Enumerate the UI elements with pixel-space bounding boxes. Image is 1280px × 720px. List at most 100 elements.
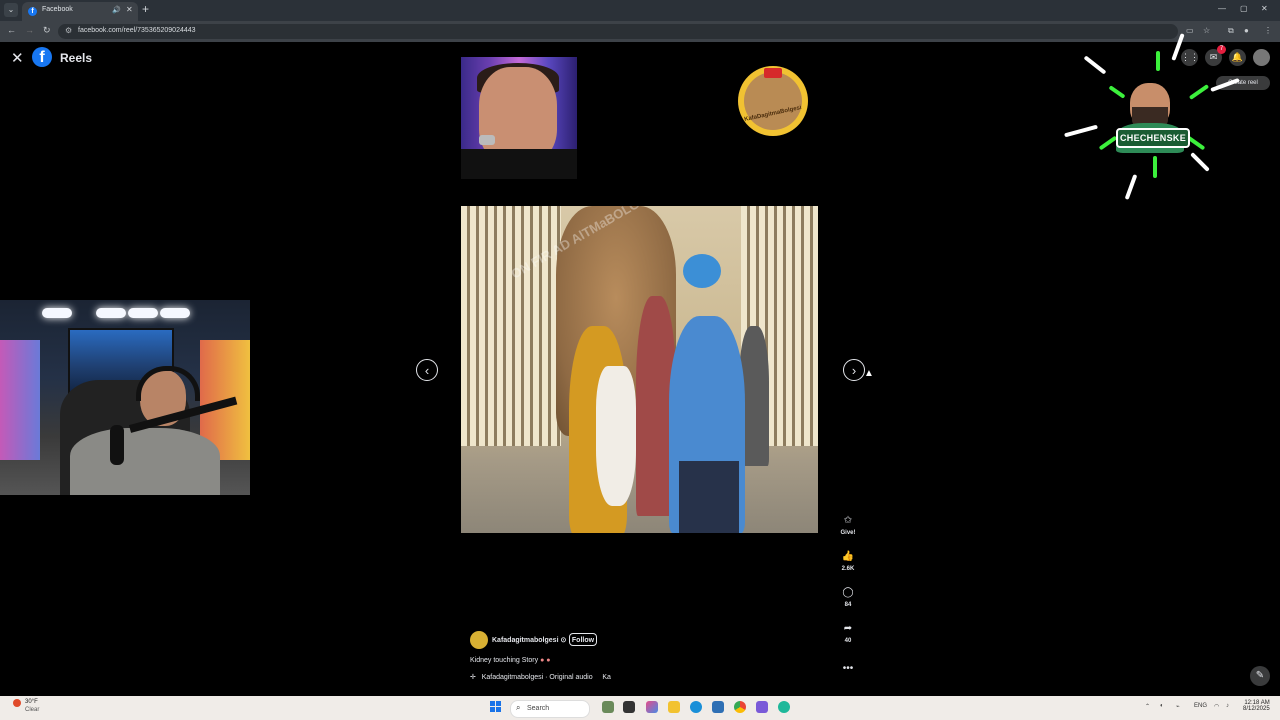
ray: [1124, 174, 1138, 200]
taskbar-search[interactable]: ⌕ Search: [510, 700, 590, 718]
weather-condition[interactable]: Clear: [25, 707, 39, 713]
weather-temperature[interactable]: 30°F: [25, 699, 38, 705]
browser-tab-bar: ⌄ f Facebook 🔊 ✕ + — ▢ ✕: [0, 0, 1280, 21]
site-info-icon[interactable]: ⚙: [65, 26, 72, 35]
caption-text: Kidney touching Story: [470, 657, 539, 664]
streamer-banner: CHECHENSKE: [1116, 128, 1190, 148]
browser-menu-icon[interactable]: ⋮: [1264, 26, 1272, 35]
minimize-icon[interactable]: —: [1218, 4, 1226, 13]
cam-light: [42, 308, 72, 318]
ray: [1210, 77, 1240, 93]
clock-date: 8/12/2025: [1243, 706, 1270, 712]
browser-tab[interactable]: f Facebook 🔊 ✕: [22, 2, 138, 21]
extensions-icon[interactable]: ⧉: [1228, 26, 1234, 36]
comment-button[interactable]: ◯ 84: [838, 585, 858, 608]
weather-icon[interactable]: [13, 699, 21, 707]
copilot-icon[interactable]: [646, 701, 658, 713]
profile-avatar[interactable]: ●: [1244, 26, 1249, 35]
reel-video-player[interactable]: ON FIR AD AlTMaBOLGESI: [461, 206, 818, 533]
forward-icon[interactable]: →: [25, 25, 34, 35]
channel-logo: KafaDagitmaBolgesi: [738, 66, 808, 136]
microphone-icon: [479, 135, 495, 145]
store-icon[interactable]: [712, 701, 724, 713]
ray: [1153, 156, 1157, 178]
cam-light: [96, 308, 126, 318]
maximize-icon[interactable]: ▢: [1240, 4, 1248, 13]
file-explorer-icon[interactable]: [668, 701, 680, 713]
microphone-icon: [110, 425, 124, 465]
gift-icon: ✩: [843, 515, 853, 526]
jeans: [679, 461, 739, 533]
cast-icon[interactable]: ▭: [1186, 26, 1194, 35]
facebook-logo-icon[interactable]: f: [32, 47, 52, 67]
discord-icon[interactable]: [756, 701, 768, 713]
url-text[interactable]: facebook.com/reel/735365209024443: [78, 27, 196, 34]
back-icon[interactable]: ←: [7, 25, 16, 35]
cam-light: [128, 308, 158, 318]
bookmark-star-icon[interactable]: ☆: [1203, 26, 1210, 35]
comment-icon: ◯: [842, 587, 854, 598]
gift-button[interactable]: ✩ Give!: [838, 513, 858, 536]
previous-reel-button[interactable]: ‹: [416, 359, 438, 381]
verified-icon: ⊙: [560, 637, 567, 644]
like-button[interactable]: 👍 2.6K: [838, 549, 858, 572]
clock[interactable]: 12:18 AM 8/12/2025: [1243, 700, 1270, 712]
follow-button[interactable]: Follow: [569, 633, 597, 646]
new-tab-button[interactable]: +: [142, 2, 149, 16]
start-tile: [496, 707, 501, 712]
language-indicator[interactable]: ENG: [1194, 703, 1207, 709]
start-tile: [496, 701, 501, 706]
tray-usb-icon[interactable]: ⌁: [1176, 703, 1180, 710]
singer-suit: [461, 149, 577, 179]
author-avatar[interactable]: [470, 631, 488, 649]
start-button[interactable]: [490, 701, 502, 713]
share-count: 40: [844, 638, 852, 644]
new-message-edit-icon[interactable]: ✎: [1250, 666, 1270, 686]
window-close-icon[interactable]: ✕: [1261, 4, 1268, 13]
chrome-icon[interactable]: [734, 701, 746, 713]
ray: [1098, 135, 1118, 151]
more-options-button[interactable]: •••: [838, 661, 858, 677]
ray: [1083, 55, 1107, 75]
page-title: Reels: [60, 51, 93, 65]
caption-emoji: ● ●: [540, 657, 551, 664]
gift-label: Give!: [840, 530, 856, 536]
system-tray-chevron-icon[interactable]: ⌃: [1145, 703, 1150, 710]
shawl: [596, 366, 636, 506]
mouse-cursor-icon: ▲: [864, 368, 874, 379]
cam-body: [70, 428, 220, 495]
widgets-icon[interactable]: [602, 701, 614, 713]
ray: [1108, 85, 1126, 99]
windows-taskbar: 30°F Clear ⌕ Search ⌃ ◐ ⌁ ENG ◠ ♪ 12:18 …: [0, 696, 1280, 720]
reel-caption: Kidney touching Story ● ●: [470, 657, 550, 664]
share-button[interactable]: ➦ 40: [838, 621, 858, 644]
next-reel-button[interactable]: ›: [843, 359, 865, 381]
tray-app-icon[interactable]: ◐: [1160, 703, 1164, 709]
ray: [1190, 152, 1210, 172]
search-label: Search: [527, 705, 550, 712]
comment-count: 84: [844, 602, 852, 608]
audio-info[interactable]: ✛ Kafadagitmabolgesi · Original audio Ka: [470, 673, 611, 681]
audio-playing-icon[interactable]: 🔊: [112, 6, 121, 14]
tab-list-button[interactable]: ⌄: [4, 3, 18, 17]
volume-icon[interactable]: ♪: [1226, 703, 1229, 709]
audio-icon: ✛: [470, 674, 476, 681]
streamer-webcam: [0, 300, 250, 495]
streamer-logo-overlay: CHECHENSKE: [1060, 33, 1240, 210]
user-avatar[interactable]: [1253, 49, 1270, 66]
edge-icon[interactable]: [690, 701, 702, 713]
author-name[interactable]: Kafadagitmabolgesi ⊙: [492, 636, 566, 644]
app-icon[interactable]: [778, 701, 790, 713]
audio-label: Kafadagitmabolgesi · Original audio: [481, 674, 593, 681]
tab-close-icon[interactable]: ✕: [126, 5, 133, 14]
task-view-icon[interactable]: [623, 701, 635, 713]
wifi-icon[interactable]: ◠: [1214, 703, 1219, 710]
audio-scroll-text: Ka: [602, 674, 611, 681]
address-toolbar: ← → ↻ ⚙ facebook.com/reel/73536520902444…: [0, 21, 1280, 42]
address-bar[interactable]: ⚙ facebook.com/reel/735365209024443: [58, 24, 1178, 39]
cam-light: [160, 308, 190, 318]
ray: [1188, 84, 1210, 100]
more-icon: •••: [842, 663, 854, 674]
close-reels-icon[interactable]: ✕: [11, 49, 24, 67]
reload-icon[interactable]: ↻: [43, 25, 51, 36]
